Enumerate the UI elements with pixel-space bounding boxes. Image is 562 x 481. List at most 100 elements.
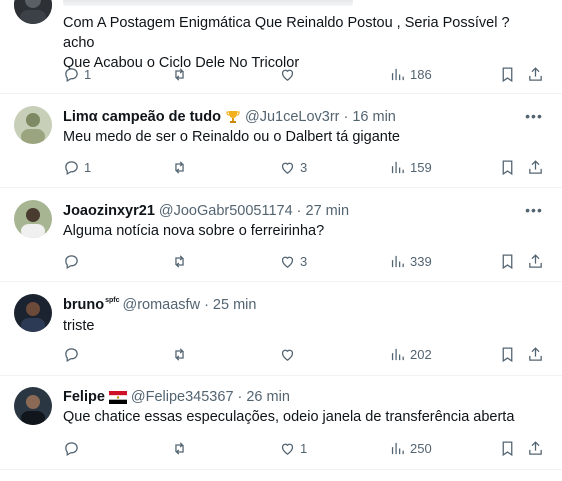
user-handle[interactable]: @Ju1ceLov3rr [245, 108, 340, 126]
bookmark-icon [502, 253, 513, 269]
user-handle[interactable]: @Felipe345367 [131, 388, 234, 406]
timestamp[interactable]: 16 min [352, 108, 396, 126]
retweet-icon [175, 254, 184, 268]
share-icon [529, 159, 542, 174]
share-icon [529, 440, 542, 455]
views-button[interactable]: 339 [389, 251, 432, 271]
timestamp[interactable]: 25 min [213, 296, 257, 314]
user-handle[interactable]: @romaasfw [122, 296, 200, 314]
tweet-actions: 3 339 [63, 251, 544, 271]
like-button[interactable]: 1 [279, 438, 307, 458]
retweet-icon [175, 160, 184, 174]
tweet-text-line: Alguma notícia nova sobre o ferreirinha? [63, 223, 325, 239]
views-button[interactable]: 250 [389, 438, 432, 458]
share-button[interactable] [527, 344, 544, 364]
retweet-icon [175, 67, 184, 81]
bookmark-icon [502, 159, 513, 175]
heart-icon [281, 349, 294, 361]
heart-icon [281, 69, 294, 81]
reply-icon [65, 441, 78, 456]
tweet-header: Felipe @Felipe345367 · 26 min [63, 388, 502, 406]
tweet-header: Joaozinxyr21 @JooGabr50051174 · 27 min [63, 202, 502, 220]
bookmark-button[interactable] [499, 64, 516, 84]
avatar[interactable] [14, 294, 52, 332]
tweet-text-line: Com A Postagem Enigmática Que Reinaldo P… [63, 15, 510, 51]
retweet-button[interactable] [171, 344, 188, 364]
bookmark-button[interactable] [499, 251, 516, 271]
avatar[interactable] [14, 387, 52, 425]
retweet-button[interactable] [171, 157, 188, 177]
share-button[interactable] [527, 438, 544, 458]
display-name[interactable]: Felipe [63, 388, 105, 406]
display-name[interactable]: Joaozinxyr21 [63, 202, 155, 220]
avatar[interactable] [14, 200, 52, 238]
reply-tweet[interactable]: Felipe @Felipe345367 · 26 min Que chatic… [0, 376, 562, 470]
retweet-button[interactable] [171, 438, 188, 458]
reply-tweet[interactable]: bruno spfc @romaasfw · 25 min triste 202 [0, 282, 562, 376]
separator-dot: · [237, 389, 243, 405]
tweet-text-line: Meu medo de ser o Reinaldo ou o Dalbert … [63, 129, 400, 145]
like-button[interactable] [279, 64, 296, 84]
tweet-header: Limα campeão de tudo @Ju1ceLov3rr · 16 m… [63, 108, 502, 126]
share-icon [529, 66, 542, 81]
views-icon [391, 161, 404, 173]
trophy-icon [225, 109, 241, 125]
share-button[interactable] [527, 251, 544, 271]
view-count: 202 [410, 346, 432, 362]
cut-off-header [63, 0, 353, 6]
reply-button[interactable]: 1 [63, 64, 91, 84]
flag-icon [108, 390, 127, 404]
separator-dot: · [296, 203, 302, 219]
like-button[interactable] [279, 344, 296, 364]
reply-icon [65, 347, 78, 362]
reply-icon [65, 254, 78, 269]
views-button[interactable]: 202 [389, 344, 432, 364]
display-name[interactable]: Limα campeão de tudo [63, 108, 221, 126]
tweet-actions: 202 [63, 344, 544, 364]
user-handle[interactable]: @JooGabr50051174 [159, 202, 293, 220]
retweet-icon [175, 347, 184, 361]
tweet-actions: 1 250 [63, 438, 544, 458]
bookmark-icon [502, 440, 513, 456]
bookmark-button[interactable] [499, 344, 516, 364]
views-button[interactable]: 159 [389, 157, 432, 177]
views-icon [391, 255, 404, 267]
bookmark-button[interactable] [499, 438, 516, 458]
timestamp[interactable]: 27 min [306, 202, 350, 220]
timestamp[interactable]: 26 min [246, 388, 290, 406]
bookmark-button[interactable] [499, 157, 516, 177]
tweet-text: Que chatice essas especulações, odeio ja… [63, 407, 542, 427]
views-icon [391, 442, 404, 454]
reply-tweet[interactable]: Joaozinxyr21 @JooGabr50051174 · 27 min •… [0, 188, 562, 282]
reply-button[interactable]: 1 [63, 157, 91, 177]
share-button[interactable] [527, 64, 544, 84]
views-button[interactable]: 186 [389, 64, 432, 84]
reply-button[interactable] [63, 344, 80, 364]
avatar[interactable] [14, 0, 52, 24]
view-count: 339 [410, 253, 432, 269]
reply-tweet[interactable]: Com A Postagem Enigmática Que Reinaldo P… [0, 0, 562, 94]
bookmark-icon [502, 346, 513, 362]
display-name[interactable]: bruno [63, 296, 104, 314]
reply-tweet[interactable]: Limα campeão de tudo @Ju1ceLov3rr · 16 m… [0, 94, 562, 188]
tweet-header: bruno spfc @romaasfw · 25 min [63, 296, 502, 314]
reply-icon [65, 160, 78, 175]
views-icon [391, 68, 404, 80]
like-button[interactable]: 3 [279, 251, 307, 271]
share-button[interactable] [527, 157, 544, 177]
tweet-text: Alguma notícia nova sobre o ferreirinha? [63, 221, 542, 241]
reply-button[interactable] [63, 251, 80, 271]
view-count: 250 [410, 440, 432, 456]
tweet-actions: 1 3 159 [63, 157, 544, 177]
heart-icon [281, 443, 294, 455]
retweet-button[interactable] [171, 64, 188, 84]
like-button[interactable]: 3 [279, 157, 307, 177]
reply-count: 1 [84, 159, 92, 175]
share-icon [529, 253, 542, 268]
retweet-button[interactable] [171, 251, 188, 271]
tweet-text: Meu medo de ser o Reinaldo ou o Dalbert … [63, 127, 542, 147]
share-icon [529, 346, 542, 361]
avatar[interactable] [14, 106, 52, 144]
reply-button[interactable] [63, 438, 80, 458]
like-count: 3 [300, 253, 308, 269]
